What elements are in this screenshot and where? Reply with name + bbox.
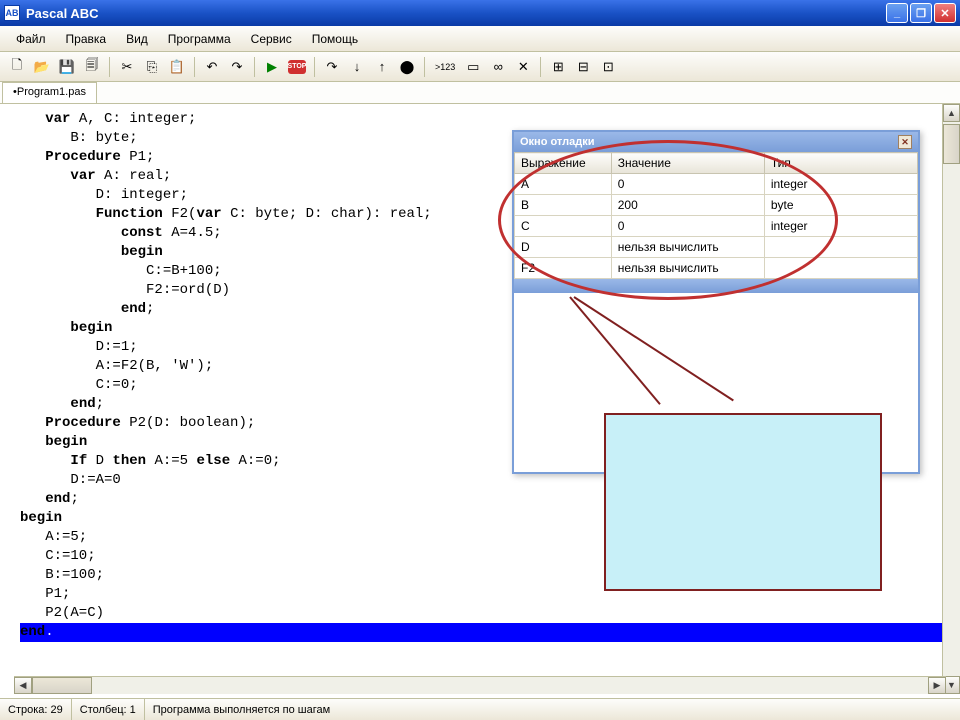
open-file-button[interactable]: 📂 [31,56,53,78]
toolbar-separator [194,57,195,77]
status-column: Столбец: 1 [72,699,145,720]
debug-cell: byte [764,195,917,216]
debug-window-title: Окно отладки [520,136,898,148]
code-line[interactable]: P2(A=C) [20,604,954,623]
debug-cell [764,258,917,279]
file-tab[interactable]: •Program1.pas [2,82,97,103]
tool-window-3[interactable]: ✕ [512,56,534,78]
minimize-button[interactable]: _ [886,3,908,23]
debug-cell [764,237,917,258]
step-button-1[interactable]: ↷ [321,56,343,78]
tool-extra-3[interactable]: ⊡ [597,56,619,78]
run-button[interactable]: ▶ [261,56,283,78]
menubar: Файл Правка Вид Программа Сервис Помощь [0,26,960,52]
undo-button[interactable]: ↶ [201,56,223,78]
status-line: Строка: 29 [0,699,72,720]
debug-cell: 200 [611,195,764,216]
horizontal-scrollbar[interactable]: ◀ ▶ [14,676,946,694]
tool-extra-1[interactable]: ⊞ [547,56,569,78]
menu-file[interactable]: Файл [8,28,54,50]
statusbar: Строка: 29 Столбец: 1 Программа выполняе… [0,698,960,720]
debug-cell: 0 [611,216,764,237]
debug-header-value[interactable]: Значение [611,153,764,174]
debug-cell: нельзя вычислить [611,258,764,279]
code-line[interactable]: var A, C: integer; [20,110,954,129]
window-title: Pascal ABC [26,6,886,21]
status-message: Программа выполняется по шагам [145,699,960,720]
redo-button[interactable]: ↷ [226,56,248,78]
debug-row[interactable]: A0integer [515,174,918,195]
close-button[interactable]: ✕ [934,3,956,23]
debug-cell: integer [764,216,917,237]
debug-cell: 0 [611,174,764,195]
step-button-2[interactable]: ↓ [346,56,368,78]
scroll-right-button[interactable]: ▶ [928,677,946,694]
scroll-track[interactable] [32,677,928,694]
debug-selection-bar [514,279,918,293]
tool-window-1[interactable]: ▭ [462,56,484,78]
save-button[interactable]: 💾 [56,56,78,78]
debug-cell: C [515,216,612,237]
debug-row[interactable]: C0integer [515,216,918,237]
debug-window-titlebar[interactable]: Окно отладки ✕ [514,132,918,152]
menu-edit[interactable]: Правка [58,28,115,50]
code-line[interactable]: end. [20,623,954,642]
tool-window-2[interactable]: ∞ [487,56,509,78]
toolbar-separator [540,57,541,77]
save-all-button[interactable]: 🗐 [81,56,103,78]
copy-button[interactable]: ⎘ [141,56,163,78]
toolbar-separator [109,57,110,77]
debug-cell: нельзя вычислить [611,237,764,258]
debug-row[interactable]: B200byte [515,195,918,216]
menu-service[interactable]: Сервис [243,28,300,50]
vertical-scrollbar[interactable]: ▲ ▼ [942,104,960,694]
debug-cell: B [515,195,612,216]
menu-help[interactable]: Помощь [304,28,366,50]
tool-extra-2[interactable]: ⊟ [572,56,594,78]
scroll-thumb[interactable] [943,124,960,164]
menu-program[interactable]: Программа [160,28,239,50]
debug-header-expr[interactable]: Выражение [515,153,612,174]
debug-cell: integer [764,174,917,195]
app-icon: AB [4,5,20,21]
menu-view[interactable]: Вид [118,28,156,50]
cut-button[interactable]: ✂ [116,56,138,78]
tabbar: •Program1.pas [0,82,960,104]
step-button-3[interactable]: ↑ [371,56,393,78]
window-titlebar: AB Pascal ABC _ ❐ ✕ [0,0,960,26]
scroll-thumb[interactable] [32,677,92,694]
debug-cell: F2 [515,258,612,279]
window-controls: _ ❐ ✕ [886,3,956,23]
tool-x123[interactable]: >123 [431,56,459,78]
maximize-button[interactable]: ❐ [910,3,932,23]
debug-header-row: Выражение Значение Тип [515,153,918,174]
toolbar: 🗋 📂 💾 🗐 ✂ ⎘ 📋 ↶ ↷ ▶ STOP ↷ ↓ ↑ ⬤ >123 ▭ … [0,52,960,82]
debug-cell: D [515,237,612,258]
toolbar-separator [314,57,315,77]
stop-button[interactable]: STOP [286,56,308,78]
debug-row[interactable]: Dнельзя вычислить [515,237,918,258]
debug-row[interactable]: F2нельзя вычислить [515,258,918,279]
scroll-up-button[interactable]: ▲ [943,104,960,122]
callout-box [604,413,882,591]
debug-table: Выражение Значение Тип A0integerB200byte… [514,152,918,279]
stop-icon: STOP [288,60,306,74]
toolbar-separator [424,57,425,77]
debug-cell: A [515,174,612,195]
breakpoint-button[interactable]: ⬤ [396,56,418,78]
paste-button[interactable]: 📋 [166,56,188,78]
new-file-button[interactable]: 🗋 [6,56,28,78]
debug-close-button[interactable]: ✕ [898,135,912,149]
debug-header-type[interactable]: Тип [764,153,917,174]
scroll-left-button[interactable]: ◀ [14,677,32,694]
toolbar-separator [254,57,255,77]
